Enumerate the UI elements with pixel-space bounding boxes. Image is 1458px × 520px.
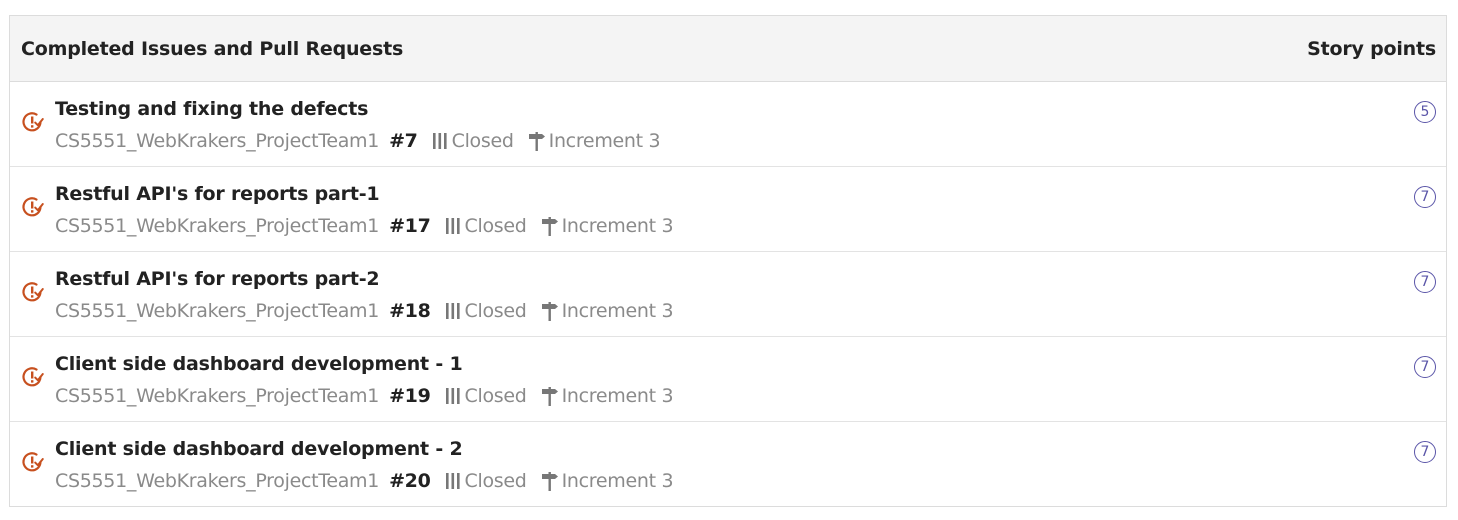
closed-issue-icon: [22, 282, 44, 302]
issue-meta: CS5551_WebKrakers_ProjectTeam1 #17 Close…: [55, 215, 674, 237]
pipeline-icon: [432, 133, 447, 149]
issue-row[interactable]: Restful API's for reports part-1 CS5551_…: [10, 167, 1446, 252]
repo-name[interactable]: CS5551_WebKrakers_ProjectTeam1: [55, 385, 379, 407]
panel-title: Completed Issues and Pull Requests: [21, 37, 404, 60]
closed-issue-icon: [22, 197, 44, 217]
closed-issue-icon: [22, 112, 44, 132]
milestone-icon: [541, 302, 558, 321]
story-points-badge: 7: [1414, 271, 1436, 293]
pipeline-icon: [445, 388, 460, 404]
issue-row[interactable]: Client side dashboard development - 2 CS…: [10, 422, 1446, 507]
closed-issue-icon: [22, 452, 44, 472]
story-points-badge: 7: [1414, 441, 1436, 463]
issue-title[interactable]: Restful API's for reports part-1: [55, 183, 380, 205]
issue-number[interactable]: #17: [389, 215, 431, 237]
pipeline-icon: [445, 473, 460, 489]
repo-name[interactable]: CS5551_WebKrakers_ProjectTeam1: [55, 130, 379, 152]
story-points-badge: 5: [1414, 101, 1436, 123]
issue-title[interactable]: Testing and fixing the defects: [55, 98, 368, 120]
issue-milestone[interactable]: Increment 3: [562, 215, 674, 237]
issue-row[interactable]: Restful API's for reports part-2 CS5551_…: [10, 252, 1446, 337]
issue-milestone[interactable]: Increment 3: [562, 385, 674, 407]
issue-status: Closed: [464, 300, 527, 322]
issue-number[interactable]: #20: [389, 470, 431, 492]
issue-meta: CS5551_WebKrakers_ProjectTeam1 #19 Close…: [55, 385, 674, 407]
story-points-badge: 7: [1414, 356, 1436, 378]
issue-status: Closed: [464, 470, 527, 492]
repo-name[interactable]: CS5551_WebKrakers_ProjectTeam1: [55, 470, 379, 492]
story-points-badge: 7: [1414, 186, 1436, 208]
issue-number[interactable]: #7: [389, 130, 418, 152]
milestone-icon: [541, 472, 558, 491]
issue-row[interactable]: Client side dashboard development - 1 CS…: [10, 337, 1446, 422]
issue-number[interactable]: #19: [389, 385, 431, 407]
issue-number[interactable]: #18: [389, 300, 431, 322]
completed-issues-panel: Completed Issues and Pull Requests Story…: [9, 15, 1447, 507]
issue-status: Closed: [464, 215, 527, 237]
repo-name[interactable]: CS5551_WebKrakers_ProjectTeam1: [55, 300, 379, 322]
pipeline-icon: [445, 303, 460, 319]
issue-meta: CS5551_WebKrakers_ProjectTeam1 #7 Closed…: [55, 130, 661, 152]
issue-meta: CS5551_WebKrakers_ProjectTeam1 #18 Close…: [55, 300, 674, 322]
issue-title[interactable]: Client side dashboard development - 2: [55, 438, 463, 460]
milestone-icon: [528, 132, 545, 151]
issue-title[interactable]: Restful API's for reports part-2: [55, 268, 380, 290]
issue-list: Testing and fixing the defects CS5551_We…: [10, 82, 1446, 507]
issue-milestone[interactable]: Increment 3: [562, 300, 674, 322]
pipeline-icon: [445, 218, 460, 234]
repo-name[interactable]: CS5551_WebKrakers_ProjectTeam1: [55, 215, 379, 237]
issue-status: Closed: [451, 130, 514, 152]
closed-issue-icon: [22, 367, 44, 387]
milestone-icon: [541, 387, 558, 406]
story-points-header: Story points: [1307, 37, 1436, 60]
issue-title[interactable]: Client side dashboard development - 1: [55, 353, 463, 375]
issue-meta: CS5551_WebKrakers_ProjectTeam1 #20 Close…: [55, 470, 674, 492]
panel-header: Completed Issues and Pull Requests Story…: [10, 16, 1446, 82]
issue-status: Closed: [464, 385, 527, 407]
issue-milestone[interactable]: Increment 3: [549, 130, 661, 152]
milestone-icon: [541, 217, 558, 236]
issue-milestone[interactable]: Increment 3: [562, 470, 674, 492]
issue-row[interactable]: Testing and fixing the defects CS5551_We…: [10, 82, 1446, 167]
